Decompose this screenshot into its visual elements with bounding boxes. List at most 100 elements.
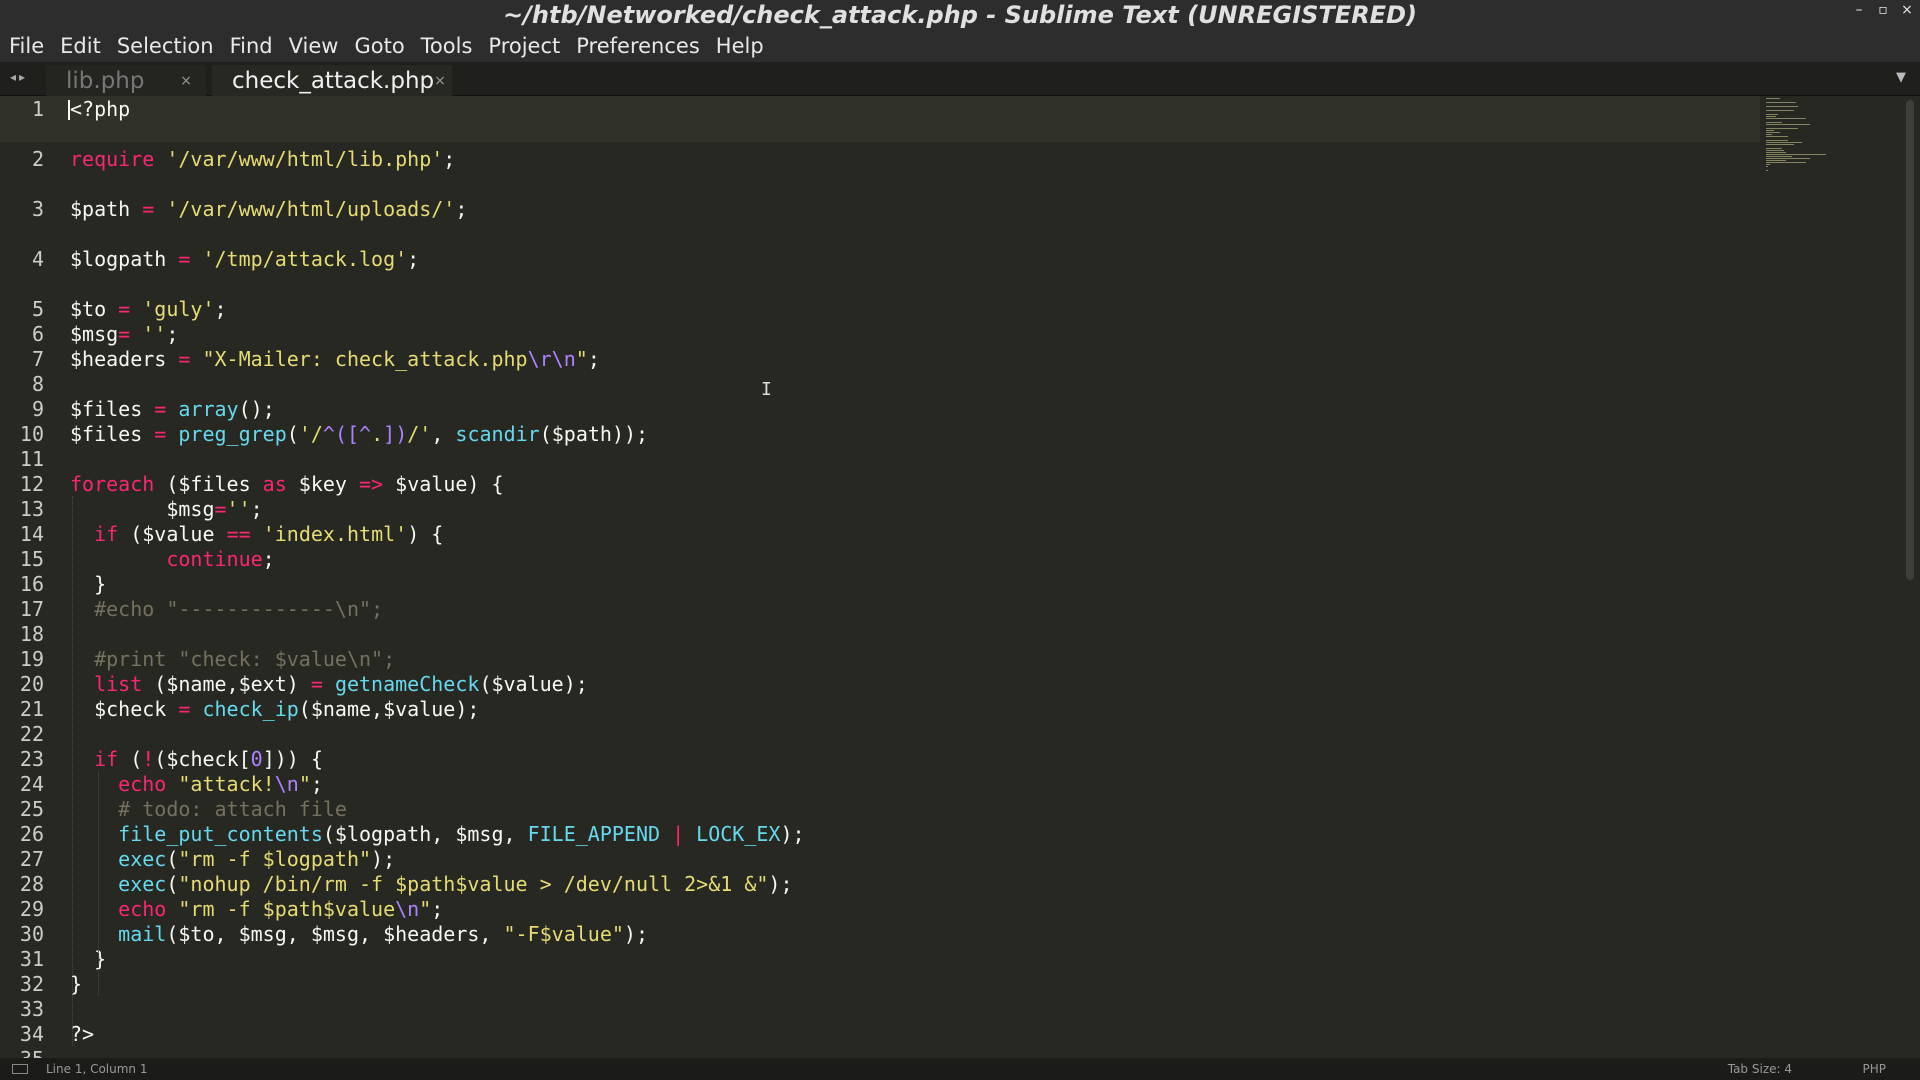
code-line[interactable]: $check = check_ip($name,$value); [70, 697, 479, 722]
line-number: 4 [31, 247, 44, 271]
menu-project[interactable]: Project [488, 34, 560, 58]
code-line[interactable]: continue; [70, 547, 274, 572]
tab-close-icon[interactable]: × [434, 73, 446, 89]
menu-find[interactable]: Find [230, 34, 273, 58]
tab-bar: ◂▸ lib.php × check_attack.php × ▼ [0, 62, 1920, 96]
line-number: 19 [19, 647, 44, 671]
code-line[interactable]: $to = 'guly'; [70, 297, 227, 322]
code-line[interactable]: list ($name,$ext) = getnameCheck($value)… [70, 672, 588, 697]
line-number: 26 [19, 822, 44, 846]
code-line[interactable]: # todo: attach file [70, 797, 347, 822]
code-line[interactable]: if ($value == 'index.html') { [70, 522, 443, 547]
code-line[interactable]: $headers = "X-Mailer: check_attack.php\r… [70, 347, 600, 372]
tab-lib-php[interactable]: lib.php × [46, 65, 206, 96]
minimap-line [1766, 134, 1772, 135]
close-window-button[interactable]: × [1900, 2, 1914, 18]
minimap-line [1766, 160, 1786, 161]
line-number: 25 [19, 797, 44, 821]
line-number: 16 [19, 572, 44, 596]
code-line[interactable]: echo "rm -f $path$value\n"; [70, 897, 443, 922]
line-number: 6 [31, 322, 44, 346]
code-line[interactable]: $files = array(); [70, 397, 275, 422]
tab-size-indicator[interactable]: Tab Size: 4 [1728, 1062, 1792, 1076]
minimap-line [1766, 148, 1782, 149]
tab-close-icon[interactable]: × [180, 73, 192, 89]
code-line[interactable]: $msg= ''; [70, 322, 178, 347]
line-number: 7 [31, 347, 44, 371]
line-number: 32 [19, 972, 44, 996]
line-number: 34 [19, 1022, 44, 1046]
line-number: 13 [19, 497, 44, 521]
code-area[interactable]: <?php require '/var/www/html/lib.php'; $pa… [70, 96, 1750, 1058]
code-line[interactable]: foreach ($files as $key => $value) { [70, 472, 504, 497]
minimap-line [1766, 142, 1802, 143]
panel-toggle-icon[interactable] [12, 1064, 28, 1074]
code-line[interactable]: $files = preg_grep('/^([^.])/', scandir(… [70, 422, 648, 447]
code-line[interactable]: exec("rm -f $logpath"); [70, 847, 395, 872]
line-number: 31 [19, 947, 44, 971]
menu-tools[interactable]: Tools [421, 34, 473, 58]
code-line[interactable]: require '/var/www/html/lib.php'; [70, 147, 455, 172]
menu-preferences[interactable]: Preferences [576, 34, 700, 58]
tab-nav-arrows-icon[interactable]: ◂▸ [10, 70, 28, 84]
line-number: 2 [31, 147, 44, 171]
minimap-line [1766, 144, 1794, 145]
minimize-button[interactable]: – [1852, 2, 1866, 18]
minimap-line [1766, 156, 1792, 157]
minimap-line [1766, 132, 1780, 133]
minimap-line [1766, 114, 1778, 115]
minimap-line [1766, 122, 1782, 123]
syntax-indicator[interactable]: PHP [1863, 1062, 1887, 1076]
text-caret [68, 100, 70, 120]
minimap-line [1766, 116, 1776, 117]
code-line[interactable]: mail($to, $msg, $msg, $headers, "-F$valu… [70, 922, 648, 947]
minimap[interactable] [1764, 96, 1914, 176]
code-line[interactable]: } [70, 947, 106, 972]
code-line[interactable]: if (!($check[0])) { [70, 747, 323, 772]
line-number: 11 [19, 447, 44, 471]
menu-goto[interactable]: Goto [354, 34, 404, 58]
minimap-line [1766, 130, 1774, 131]
maximize-button[interactable]: ▫ [1876, 2, 1890, 18]
menu-view[interactable]: View [289, 34, 339, 58]
minimap-line [1766, 98, 1780, 99]
code-line[interactable]: exec("nohup /bin/rm -f $path$value > /de… [70, 872, 792, 897]
minimap-line [1766, 102, 1796, 103]
menu-file[interactable]: File [9, 34, 44, 58]
menu-bar: File Edit Selection Find View Goto Tools… [0, 30, 1920, 62]
menu-selection[interactable]: Selection [117, 34, 214, 58]
minimap-line [1766, 110, 1794, 111]
line-number: 17 [19, 597, 44, 621]
line-number: 5 [31, 297, 44, 321]
window-controls: – ▫ × [1852, 2, 1914, 18]
tab-check-attack-php[interactable]: check_attack.php × [212, 65, 452, 96]
code-line[interactable]: } [70, 572, 106, 597]
vertical-scrollbar[interactable] [1906, 100, 1914, 580]
menu-help[interactable]: Help [716, 34, 764, 58]
line-number: 24 [19, 772, 44, 796]
line-number: 21 [19, 697, 44, 721]
code-line[interactable]: #echo "-------------\n"; [70, 597, 383, 622]
indent-guide [72, 496, 73, 1046]
line-number: 12 [19, 472, 44, 496]
code-line[interactable]: <?php [70, 97, 130, 122]
line-number: 3 [31, 197, 44, 221]
code-line[interactable]: ?> [70, 1022, 94, 1047]
title-bar: ~/htb/Networked/check_attack.php - Subli… [0, 0, 1920, 30]
line-number: 9 [31, 397, 44, 421]
line-number: 27 [19, 847, 44, 871]
line-number: 28 [19, 872, 44, 896]
code-line[interactable]: $msg=''; [70, 497, 262, 522]
tab-dropdown-icon[interactable]: ▼ [1896, 70, 1906, 85]
line-number: 23 [19, 747, 44, 771]
code-line[interactable]: echo "attack!\n"; [70, 772, 323, 797]
menu-edit[interactable]: Edit [60, 34, 101, 58]
line-number: 22 [19, 722, 44, 746]
code-line[interactable]: $logpath = '/tmp/attack.log'; [70, 247, 419, 272]
line-number: 15 [19, 547, 44, 571]
code-line[interactable]: $path = '/var/www/html/uploads/'; [70, 197, 467, 222]
cursor-position: Line 1, Column 1 [46, 1062, 148, 1076]
code-line[interactable]: file_put_contents($logpath, $msg, FILE_A… [70, 822, 804, 847]
code-line[interactable]: #print "check: $value\n"; [70, 647, 395, 672]
code-editor[interactable]: 1 2 3 4 5 6 7 8 9 10 11 12 13 14 15 16 17 18 19 20 21 22 23 24 2… [0, 96, 1920, 1058]
